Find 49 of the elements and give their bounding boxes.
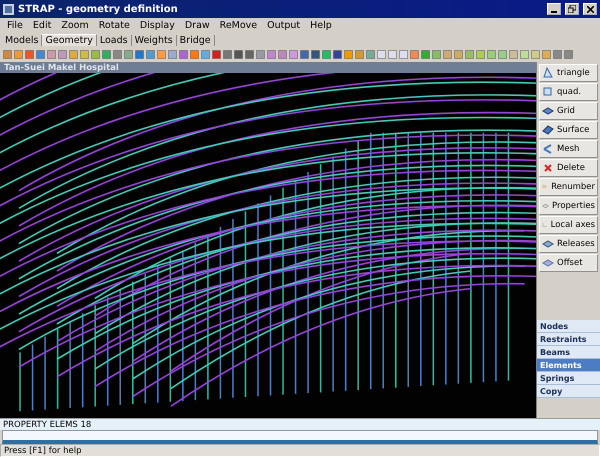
viewport-title: Tan-Suei Makel Hospital [0, 62, 536, 73]
input-field[interactable] [2, 430, 598, 444]
tool-button[interactable]: Mesh [539, 140, 598, 158]
quad-icon [542, 86, 554, 98]
app-icon [3, 4, 14, 14]
tool-button[interactable]: Surface [539, 121, 598, 139]
tool-button[interactable]: Local axes [539, 216, 598, 234]
category-item[interactable]: Springs [537, 372, 600, 385]
minimize-button[interactable] [547, 3, 561, 15]
menu-item[interactable]: Rotate [94, 20, 135, 31]
menu-item[interactable]: Output [262, 20, 306, 31]
menu-item[interactable]: Help [305, 20, 337, 31]
tool-button[interactable]: triangle [539, 64, 598, 82]
tool-button[interactable]: Releases [539, 235, 598, 253]
window-title: STRAP - geometry definition [18, 4, 179, 14]
property-label: PROPERTY ELEMS 18 [0, 418, 600, 430]
category-item[interactable]: Copy [537, 385, 600, 398]
menu-item[interactable]: Draw [180, 20, 215, 31]
menu-item[interactable]: File [2, 20, 28, 31]
menu-item[interactable]: Edit [28, 20, 56, 31]
mesh-icon [542, 143, 554, 155]
category-item[interactable]: Restraints [537, 333, 600, 346]
tool-button[interactable]: Grid [539, 102, 598, 120]
tool-button[interactable]: Properties [539, 197, 598, 215]
delete-icon [542, 162, 554, 174]
tab[interactable]: Loads [96, 35, 132, 46]
grid-icon [542, 105, 554, 117]
menu-item[interactable]: Display [134, 20, 180, 31]
category-item[interactable]: Beams [537, 346, 600, 359]
close-button[interactable] [583, 3, 597, 15]
menu-item[interactable]: ReMove [214, 20, 262, 31]
tool-button[interactable]: Renumber [539, 178, 598, 196]
tool-button[interactable]: Offset [539, 254, 598, 272]
category-item[interactable]: Elements [537, 359, 600, 372]
tab[interactable]: Geometry [42, 34, 97, 46]
offset-icon [542, 257, 554, 269]
restore-button[interactable] [565, 3, 579, 15]
restore-icon [568, 5, 576, 13]
tool-button[interactable]: Delete [539, 159, 598, 177]
menu-item[interactable]: Zoom [56, 20, 94, 31]
status-bar: Press [F1] for help [0, 444, 600, 457]
tool-button[interactable]: quad. [539, 83, 598, 101]
tab[interactable]: Bridge [176, 35, 215, 46]
close-icon [586, 6, 594, 12]
releases-icon [542, 238, 554, 250]
tab[interactable]: Weights [132, 35, 177, 46]
category-item[interactable]: Nodes [537, 320, 600, 333]
surface-icon [542, 124, 554, 136]
triangle-icon [542, 67, 554, 79]
